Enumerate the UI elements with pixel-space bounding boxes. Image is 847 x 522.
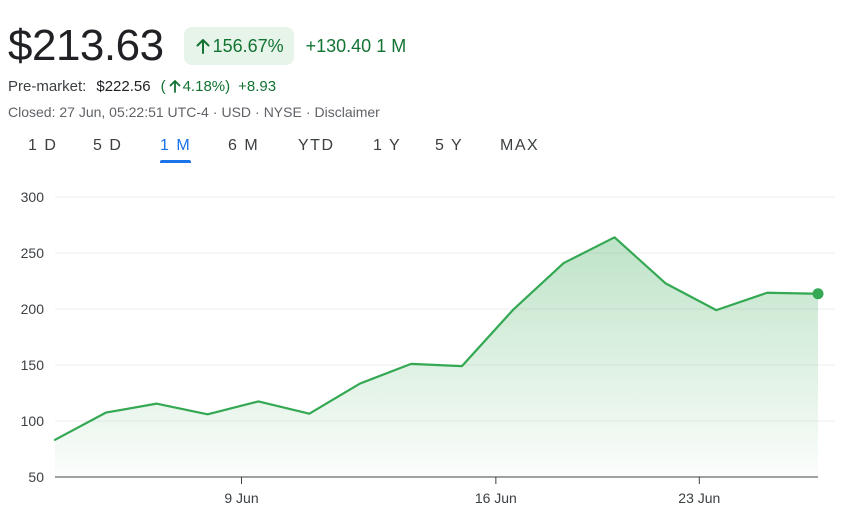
tab-1m[interactable]: 1 M [160, 132, 192, 163]
current-price: $213.63 [8, 21, 164, 70]
price-chart-svg: 300 250 200 150 100 50 9 Jun 16 Jun 23 Jun [21, 189, 835, 506]
tab-6m[interactable]: 6 M [228, 132, 259, 160]
separator: · [255, 104, 260, 120]
premarket-row: Pre-market: $222.56 ( 4.18% ) +8.93 [8, 76, 276, 96]
separator: · [305, 104, 311, 120]
tab-ytd[interactable]: YTD [298, 132, 335, 160]
disclaimer-link[interactable]: Disclaimer [314, 104, 379, 120]
percent-change-badge: 156.67% [183, 27, 294, 65]
currency: USD [221, 104, 252, 120]
last-price-marker [812, 288, 824, 300]
arrow-up-icon [196, 39, 210, 54]
premarket-paren-open: ( [160, 77, 166, 95]
active-tab-indicator [160, 160, 192, 163]
percent-change-value: 156.67% [212, 35, 284, 56]
period-label: 1 M [376, 35, 407, 56]
x-tick-label: 23 Jun [678, 490, 720, 506]
tab-1d[interactable]: 1 D [28, 132, 57, 160]
premarket-percent-value: 4.18% [182, 77, 226, 95]
market-status-row: Closed: 27 Jun, 05:22:51 UTC-4 · USD · N… [8, 103, 380, 121]
tab-5d[interactable]: 5 D [93, 132, 122, 160]
tab-1y[interactable]: 1 Y [373, 132, 401, 160]
premarket-change: +8.93 [238, 77, 277, 95]
y-tick-label: 250 [21, 245, 45, 261]
exchange: NYSE [263, 104, 302, 120]
premarket-price: $222.56 [96, 77, 151, 95]
premarket-percent: ( 4.18% ) [161, 78, 231, 95]
closed-time: Closed: 27 Jun, 05:22:51 UTC-4 [8, 104, 209, 120]
price-header: $213.63 156.67% +130.40 1 M [8, 18, 406, 74]
y-tick-label: 50 [28, 469, 44, 485]
x-tick-label: 9 Jun [224, 490, 258, 506]
tab-max[interactable]: MAX [500, 132, 539, 160]
premarket-label: Pre-market: [8, 77, 87, 95]
price-area-fill [55, 237, 818, 477]
tab-5y[interactable]: 5 Y [435, 132, 463, 160]
y-tick-label: 150 [21, 357, 45, 373]
arrow-up-icon [169, 80, 180, 93]
y-tick-label: 300 [21, 189, 45, 205]
premarket-paren-close: ) [225, 77, 231, 95]
x-tick-label: 16 Jun [475, 490, 517, 506]
absolute-change: +130.40 [305, 35, 372, 56]
separator: · [212, 104, 218, 120]
time-range-tabs: 1 D 5 D 1 M 6 M YTD 1 Y 5 Y MAX [0, 132, 600, 166]
price-chart[interactable]: 300 250 200 150 100 50 9 Jun 16 Jun 23 Jun [0, 180, 847, 522]
y-tick-label: 100 [21, 413, 45, 429]
tab-1m-label: 1 M [160, 137, 192, 154]
y-tick-label: 200 [21, 301, 45, 317]
